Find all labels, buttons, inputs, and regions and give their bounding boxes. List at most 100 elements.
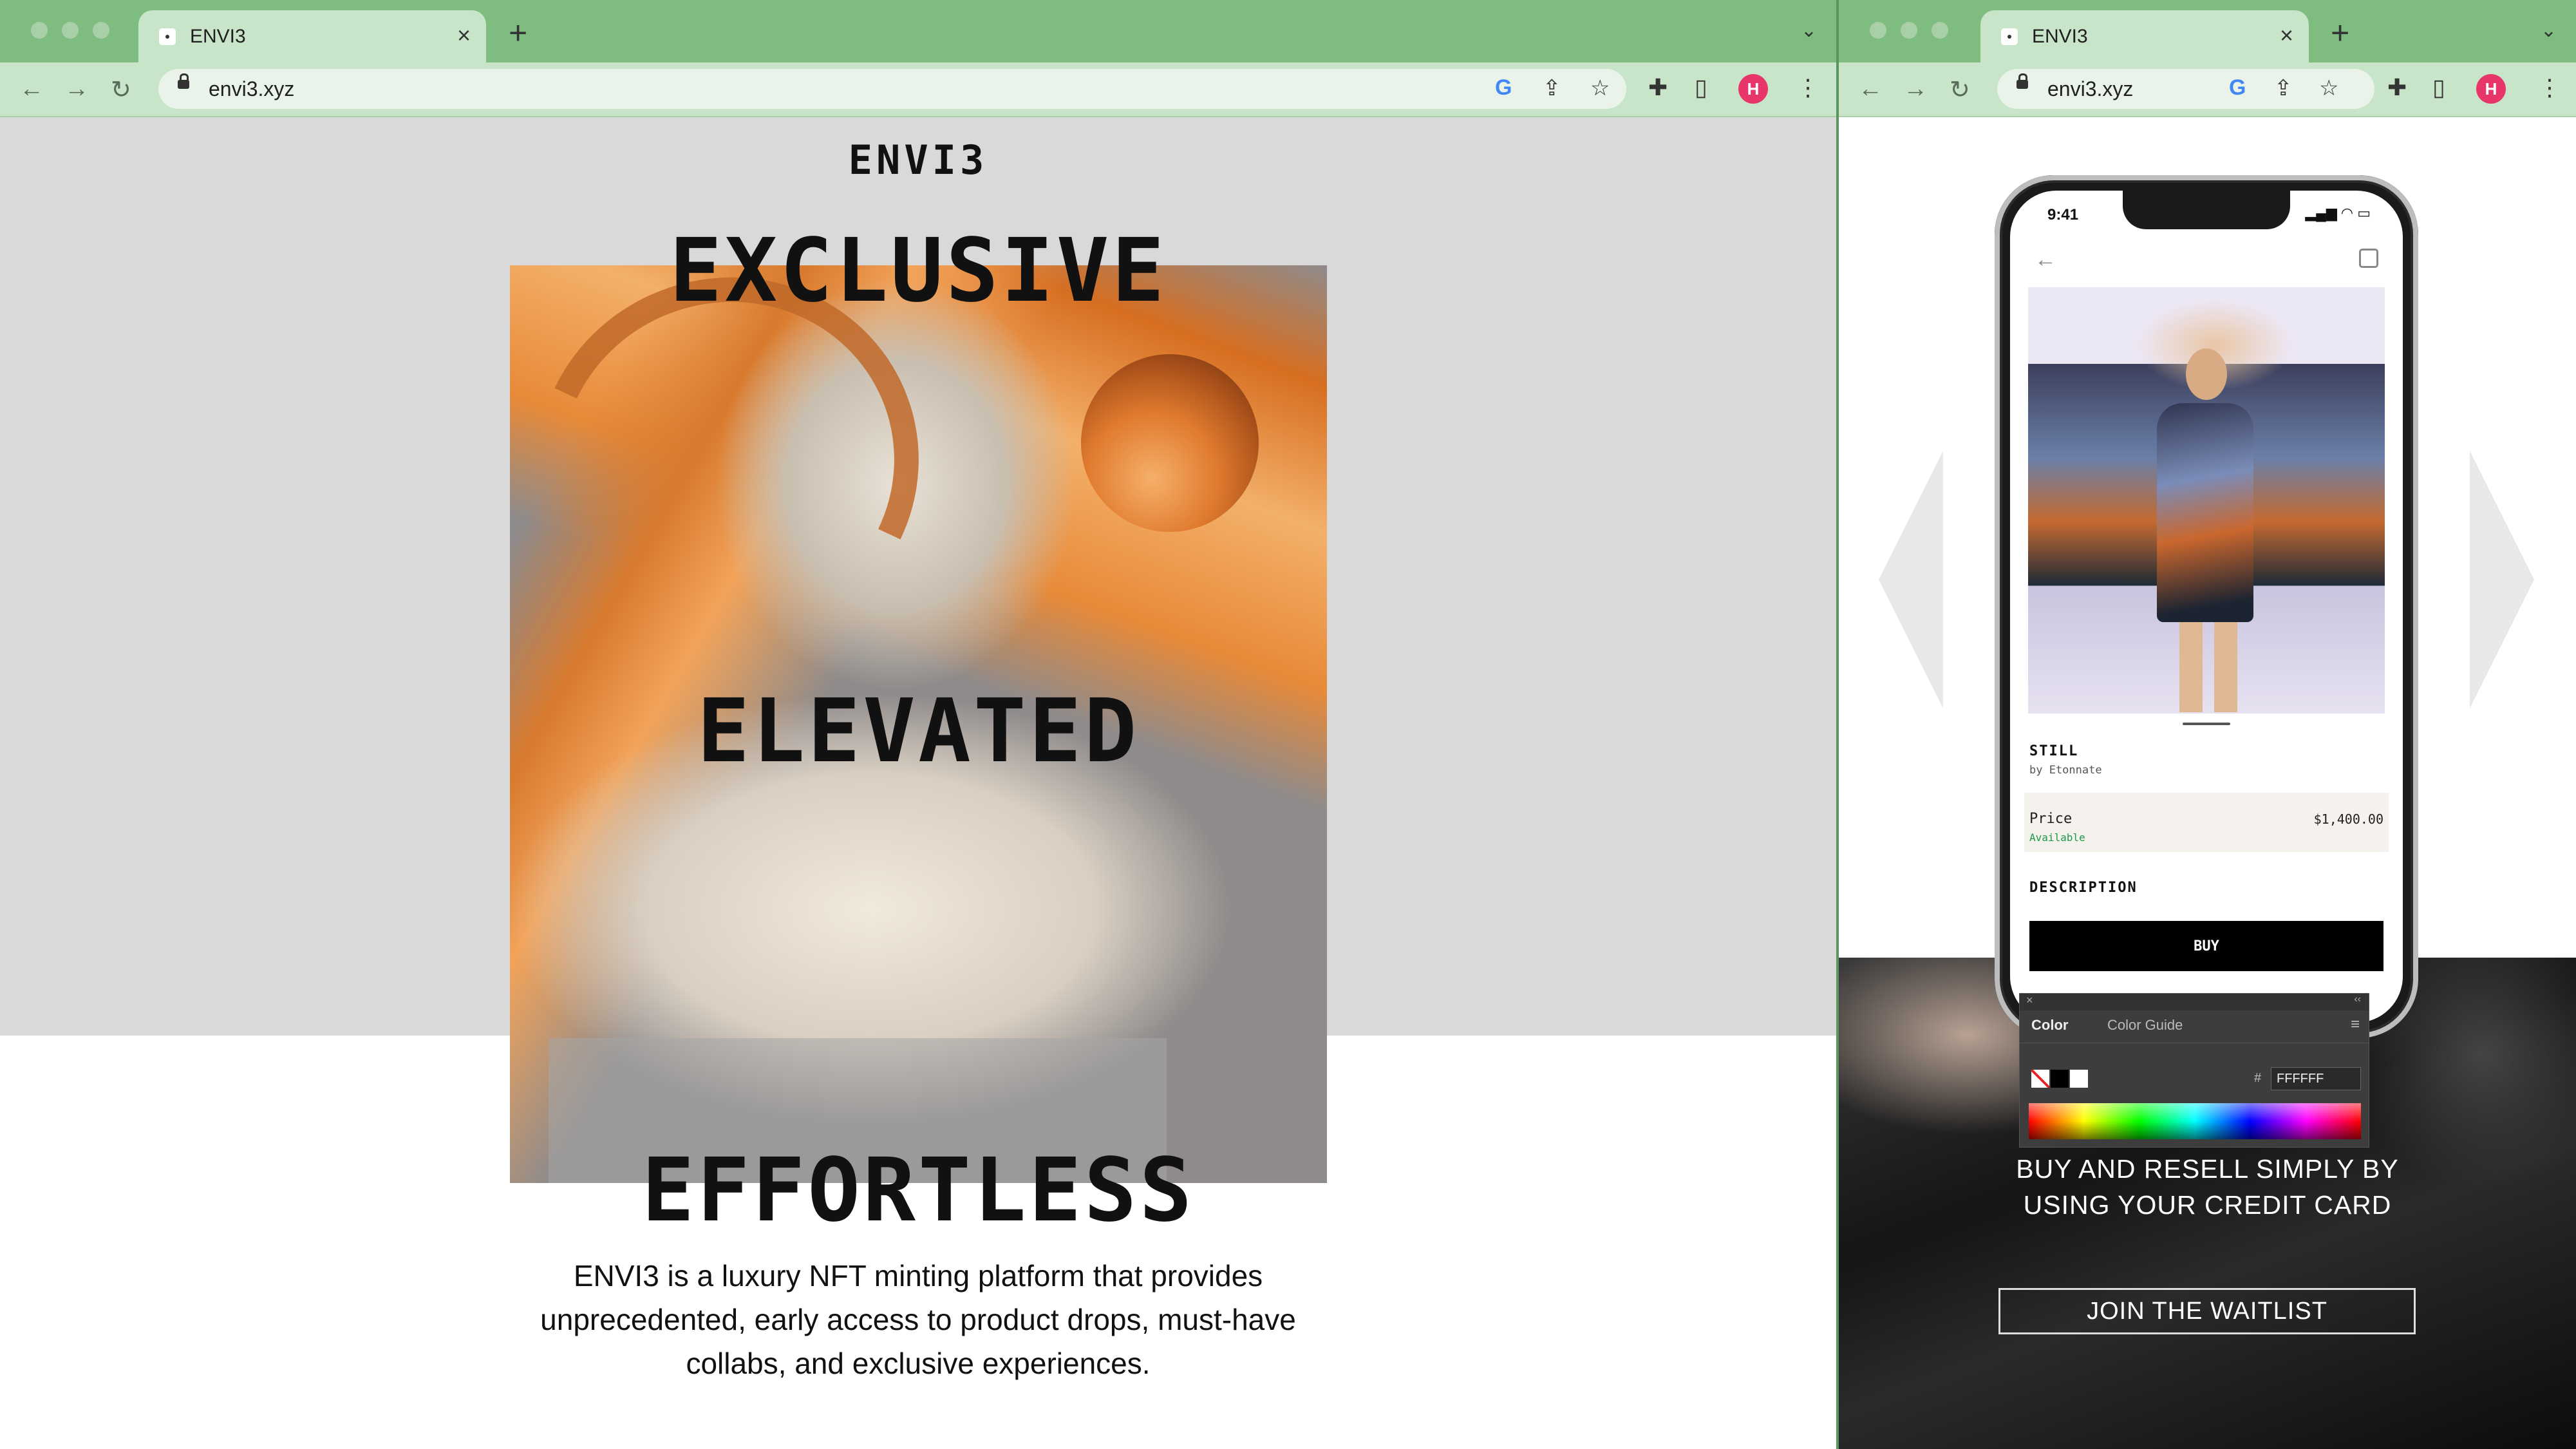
forward-icon[interactable]: →: [1903, 75, 1928, 103]
panel-close-icon[interactable]: ×: [2026, 994, 2033, 1007]
phone-screen: 9:41 ▂▄▆ ◠ ▭ ← STILL by Etonnate Price A…: [2010, 191, 2403, 1023]
headline-line-2: USING YOUR CREDIT CARD: [2023, 1190, 2392, 1220]
tab-title: ENVI3: [2032, 26, 2088, 47]
share-icon[interactable]: ⇪: [2274, 75, 2293, 101]
browser-toolbar: ← → ↻ envi3.xyz G ⇪ ☆ ✚ ▯ H ⋮: [0, 62, 1836, 117]
lock-icon: [2017, 73, 2028, 89]
minimize-window-button[interactable]: [62, 22, 79, 39]
white-swatch[interactable]: [2070, 1070, 2088, 1088]
description-label: DESCRIPTION: [2029, 880, 2138, 896]
tab-bar: ENVI3 × + ⌄: [1839, 0, 2576, 62]
tab-title: ENVI3: [190, 26, 246, 47]
none-swatch[interactable]: [2031, 1070, 2049, 1088]
phone-share-icon[interactable]: [2359, 249, 2378, 268]
color-spectrum[interactable]: [2029, 1103, 2361, 1139]
bookmark-star-icon[interactable]: ☆: [2319, 75, 2338, 101]
tab-envi3[interactable]: ENVI3 ×: [1980, 10, 2309, 62]
carousel-prev-arrow[interactable]: [1879, 451, 1943, 708]
reload-icon[interactable]: ↻: [1950, 75, 1970, 104]
favicon-icon: [2001, 28, 2018, 45]
headline-exclusive: EXCLUSIVE: [669, 220, 1167, 322]
new-tab-icon[interactable]: +: [509, 14, 527, 52]
tab-search-icon[interactable]: ⌄: [2541, 19, 2557, 42]
panel-collapse-icon[interactable]: ‹‹: [2354, 994, 2361, 1005]
minimize-window-button[interactable]: [1901, 22, 1917, 39]
price-label: Price: [2029, 811, 2073, 827]
tab-color-guide[interactable]: Color Guide: [2107, 1017, 2183, 1034]
status-time: 9:41: [2047, 206, 2079, 223]
extensions-icon[interactable]: ✚: [1648, 74, 1668, 101]
status-icons: ▂▄▆ ◠ ▭: [2305, 205, 2371, 221]
phone-mockup: 9:41 ▂▄▆ ◠ ▭ ← STILL by Etonnate Price A…: [1995, 175, 2418, 1038]
orange-orb: [1081, 354, 1259, 532]
window-controls: [31, 22, 109, 39]
black-swatch[interactable]: [2051, 1070, 2069, 1088]
phone-back-icon[interactable]: ←: [2035, 247, 2056, 272]
headline-effortless: EFFORTLESS: [641, 1140, 1195, 1242]
product-name: STILL: [2029, 743, 2079, 759]
close-window-button[interactable]: [1870, 22, 1886, 39]
panel-title-bar[interactable]: [2020, 994, 2369, 1010]
forward-icon[interactable]: →: [64, 75, 89, 103]
maximize-window-button[interactable]: [93, 22, 109, 39]
tab-close-icon[interactable]: ×: [457, 22, 471, 49]
chrome-menu-icon[interactable]: ⋮: [1796, 74, 1819, 101]
color-picker-panel: × ‹‹ Color Color Guide ≡ #: [2019, 993, 2369, 1148]
side-panel-icon[interactable]: ▯: [2432, 74, 2445, 101]
url-text: envi3.xyz: [2047, 77, 2134, 100]
price-value: $1,400.00: [2313, 811, 2383, 827]
hex-hash-label: #: [2254, 1071, 2262, 1085]
google-lens-icon[interactable]: G: [2229, 75, 2246, 100]
tab-envi3[interactable]: ENVI3 ×: [138, 10, 486, 62]
buy-button[interactable]: BUY: [2029, 921, 2383, 971]
platform-description: ENVI3 is a luxury NFT minting platform t…: [540, 1259, 1296, 1380]
lock-icon: [178, 73, 189, 89]
profile-avatar[interactable]: H: [1738, 74, 1768, 104]
model-head: [2186, 348, 2227, 400]
tab-close-icon[interactable]: ×: [2280, 22, 2293, 49]
product-creator: by Etonnate: [2029, 764, 2102, 777]
phone-notch: [2123, 191, 2290, 229]
headline-elevated: ELEVATED: [697, 681, 1140, 782]
address-bar[interactable]: envi3.xyz G ⇪ ☆: [1997, 69, 2374, 109]
panel-menu-icon[interactable]: ≡: [2351, 1016, 2360, 1034]
maximize-window-button[interactable]: [1932, 22, 1948, 39]
bookmark-star-icon[interactable]: ☆: [1590, 75, 1610, 101]
tab-search-icon[interactable]: ⌄: [1801, 19, 1817, 42]
availability-status: Available: [2029, 831, 2085, 844]
headline-line-1: BUY AND RESELL SIMPLY BY: [2016, 1154, 2399, 1184]
back-icon[interactable]: ←: [1858, 75, 1883, 103]
side-panel-icon[interactable]: ▯: [1695, 74, 1707, 101]
tab-color[interactable]: Color: [2031, 1017, 2068, 1034]
envi3-logo[interactable]: ENVI3: [0, 137, 1836, 184]
model-legs: [2179, 622, 2237, 712]
back-icon[interactable]: ←: [19, 75, 44, 103]
share-icon[interactable]: ⇪: [1543, 75, 1561, 101]
page-content: ENVI3 EXCLUSIVE ELEVATED EFFORTLESS ENVI…: [0, 117, 1836, 1449]
right-browser-window: ENVI3 × + ⌄ ← → ↻ envi3.xyz G ⇪ ☆ ✚ ▯ H …: [1836, 0, 2576, 1449]
page-content: 9:41 ▂▄▆ ◠ ▭ ← STILL by Etonnate Price A…: [1839, 117, 2576, 1449]
google-lens-icon[interactable]: G: [1495, 75, 1512, 100]
chrome-menu-icon[interactable]: ⋮: [2538, 74, 2561, 101]
address-bar[interactable]: envi3.xyz G ⇪ ☆: [158, 69, 1626, 109]
orange-ribbon: [510, 265, 972, 704]
tab-bar: ENVI3 × + ⌄: [0, 0, 1836, 62]
favicon-icon: [159, 28, 176, 45]
profile-avatar[interactable]: H: [2476, 74, 2506, 104]
model-dress: [2157, 403, 2253, 622]
product-image: [2028, 287, 2385, 714]
join-waitlist-button[interactable]: JOIN THE WAITLIST: [1998, 1288, 2416, 1334]
credit-card-headline: BUY AND RESELL SIMPLY BY USING YOUR CRED…: [1839, 1151, 2576, 1223]
window-controls: [1870, 22, 1948, 39]
reload-icon[interactable]: ↻: [111, 75, 131, 104]
hex-input[interactable]: [2271, 1067, 2361, 1090]
left-browser-window: ENVI3 × + ⌄ ← → ↻ envi3.xyz G ⇪ ☆ ✚ ▯ H …: [0, 0, 1836, 1449]
browser-toolbar: ← → ↻ envi3.xyz G ⇪ ☆ ✚ ▯ H ⋮: [1839, 62, 2576, 117]
swatches: [2031, 1070, 2088, 1088]
close-window-button[interactable]: [31, 22, 48, 39]
image-indicator: [2183, 723, 2230, 725]
url-text: envi3.xyz: [209, 77, 295, 100]
extensions-icon[interactable]: ✚: [2387, 74, 2407, 101]
new-tab-icon[interactable]: +: [2331, 14, 2349, 52]
carousel-next-arrow[interactable]: [2470, 451, 2534, 708]
